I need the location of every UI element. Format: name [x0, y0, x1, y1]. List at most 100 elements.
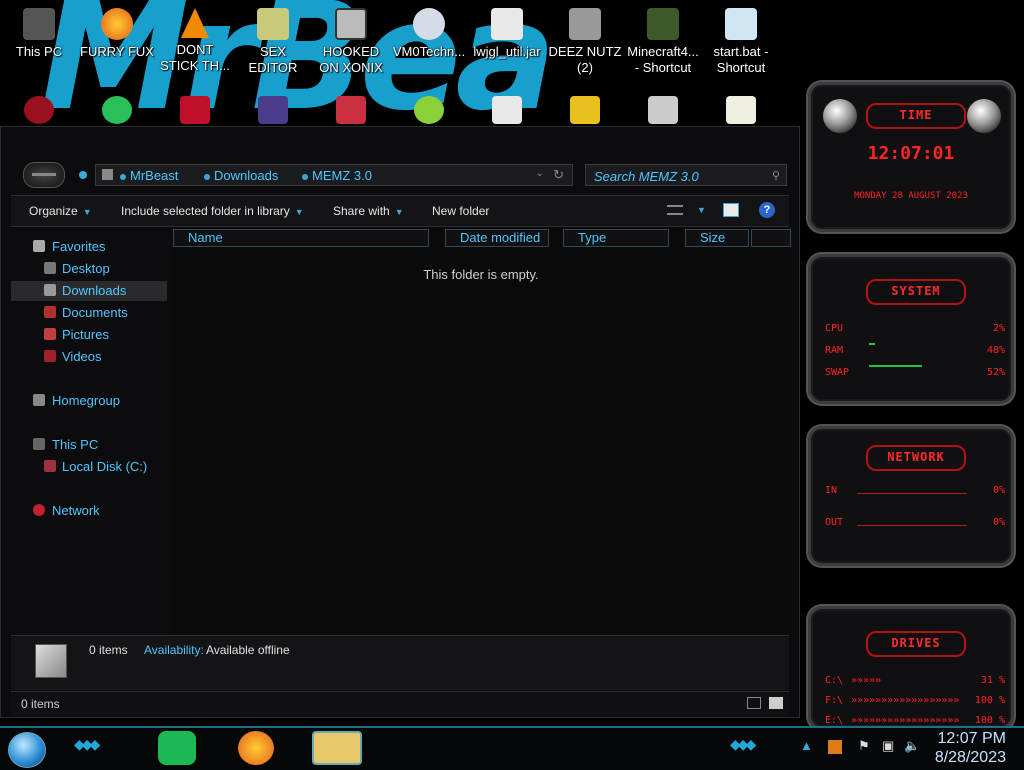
column-header-blank[interactable] — [751, 229, 791, 247]
help-icon[interactable]: ? — [759, 202, 775, 218]
file-list-pane[interactable]: Name Date modified Type Size This folder… — [171, 227, 791, 633]
premiere-icon[interactable] — [570, 96, 600, 124]
new-folder-button[interactable]: New folder — [432, 204, 489, 218]
taskbar-time: 12:07 PM — [937, 730, 1006, 747]
network-gadget[interactable]: NETWORK IN 0% OUT 0% — [808, 426, 1014, 566]
breadcrumb-memz[interactable]: MEMZ 3.0 — [302, 168, 372, 183]
drives-gadget[interactable]: DRIVES C:\»»»»» 31 % F:\»»»»»»»»»»»»»»»»»… — [808, 606, 1014, 730]
network-out-graph — [857, 525, 967, 526]
details-view-icon[interactable] — [747, 697, 761, 709]
desktop-icon-label: VM0Techn... — [392, 44, 466, 59]
nav-homegroup[interactable]: Homegroup — [11, 391, 167, 411]
batch-file-icon — [725, 8, 757, 40]
explorer-window: MrBeast Downloads MEMZ 3.0 ⌄ ↻ ⚲ Organiz… — [0, 126, 800, 718]
taskbar-clock[interactable]: 12:07 PM 8/28/2023 — [935, 729, 1006, 767]
command-bar: Organize ▼ Include selected folder in lib… — [11, 195, 789, 227]
lime-icon[interactable] — [414, 96, 444, 124]
search-input[interactable] — [592, 167, 766, 185]
decorative-chevrons-icon: ◆◆◆ — [74, 736, 100, 752]
time-gadget-title: TIME — [866, 103, 966, 129]
desktop-icon-hooked-on-xonix[interactable]: HOOKED ON XONIX — [312, 6, 390, 76]
java-icon — [491, 8, 523, 40]
system-gadget[interactable]: SYSTEM CPU 2% RAM 48% SWAP 52% — [808, 254, 1014, 404]
desktop-icon-deez-nutz[interactable]: DEEZ NUTZ (2) — [546, 6, 624, 76]
nav-network[interactable]: Network — [11, 501, 167, 521]
preview-pane-icon[interactable] — [723, 203, 739, 217]
app-icon[interactable] — [336, 96, 366, 124]
gadget-date: MONDAY 28 AUGUST 2023 — [854, 191, 968, 201]
desktop-icon-sex-editor[interactable]: SEX EDITOR — [234, 6, 312, 76]
column-header-size[interactable]: Size — [685, 229, 749, 247]
editor-icon — [257, 8, 289, 40]
time-gadget[interactable]: TIME 12:07:01 MONDAY 28 AUGUST 2023 — [808, 82, 1014, 232]
forward-button[interactable] — [79, 171, 87, 179]
include-in-library-button[interactable]: Include selected folder in library ▼ — [121, 204, 304, 218]
column-header-type[interactable]: Type — [563, 229, 669, 247]
star-icon — [33, 240, 45, 252]
desktop-icon-dont-stick[interactable]: DONT STICK TH... — [156, 6, 234, 74]
app-window-icon[interactable] — [258, 96, 288, 124]
large-icons-view-icon[interactable] — [769, 697, 783, 709]
taskbar-file-explorer-icon[interactable] — [312, 731, 362, 765]
decorative-chevrons-icon: ◆◆◆ — [730, 736, 756, 752]
desktop-icon-this-pc[interactable]: This PC — [0, 6, 78, 60]
pixel-face-icon[interactable] — [726, 96, 756, 124]
drive-e-row: E:\»»»»»»»»»»»»»»»»»» 100 % — [825, 715, 1005, 726]
start-button[interactable] — [8, 732, 46, 768]
action-center-flag-icon[interactable]: ⚑ — [858, 738, 870, 754]
chevron-down-icon: ▼ — [294, 207, 304, 217]
nav-desktop[interactable]: Desktop — [11, 259, 167, 279]
nav-favorites[interactable]: Favorites — [11, 237, 167, 257]
volume-icon[interactable]: 🔈 — [904, 738, 920, 754]
nav-downloads[interactable]: Downloads — [11, 281, 167, 301]
organize-button[interactable]: Organize ▼ — [29, 204, 92, 218]
show-hidden-icons-icon[interactable]: ▲ — [800, 738, 813, 753]
network-tray-icon[interactable]: ▣ — [882, 738, 894, 754]
spotify-icon[interactable] — [102, 96, 132, 124]
desktop-icon-label: DEEZ NUTZ (2) — [548, 44, 622, 75]
desktop-icon-start-bat-shortcut[interactable]: start.bat - Shortcut — [702, 6, 780, 76]
taskbar-spotify-icon[interactable] — [158, 731, 196, 765]
taskbar-firefox-icon[interactable] — [238, 731, 274, 765]
computer-icon — [33, 438, 45, 450]
nav-local-disk[interactable]: Local Disk (C:) — [11, 457, 167, 477]
navigation-pane: Favorites Desktop Downloads Documents Pi… — [11, 227, 169, 633]
desktop-icon-minecraft-shortcut[interactable]: Minecraft4... - Shortcut — [624, 6, 702, 76]
desktop-icon-furry-fux[interactable]: FURRY FUX — [78, 6, 156, 60]
search-box[interactable]: ⚲ — [585, 164, 787, 186]
view-options-icon[interactable] — [667, 205, 683, 215]
chevron-down-icon: ▼ — [82, 207, 92, 217]
nav-this-pc[interactable]: This PC — [11, 435, 167, 455]
drive-f-row: F:\»»»»»»»»»»»»»»»»»» 100 % — [825, 695, 1005, 706]
java-icon[interactable] — [492, 96, 522, 124]
red-orb-icon[interactable] — [24, 96, 54, 124]
dev-cpp-icon[interactable] — [180, 96, 210, 124]
nav-documents[interactable]: Documents — [11, 303, 167, 323]
ram-row: RAM 48% — [825, 345, 1005, 356]
breadcrumb-downloads[interactable]: Downloads — [204, 168, 278, 183]
column-header-name[interactable]: Name — [173, 229, 429, 247]
back-button[interactable] — [23, 162, 65, 188]
minecraft-icon — [647, 8, 679, 40]
share-with-button[interactable]: Share with ▼ — [333, 204, 404, 218]
chevron-down-icon[interactable]: ▼ — [697, 205, 706, 215]
document-icon[interactable] — [648, 96, 678, 124]
documents-icon — [44, 306, 56, 318]
desktop-icon-lwjgl-util[interactable]: lwjgl_util.jar — [468, 6, 546, 60]
refresh-icon[interactable]: ↻ — [553, 167, 564, 183]
chevron-down-icon[interactable]: ⌄ — [536, 168, 544, 179]
desktop-icon-label: SEX EDITOR — [248, 44, 298, 75]
address-bar[interactable]: MrBeast Downloads MEMZ 3.0 ⌄ ↻ — [95, 164, 573, 186]
desktop-icon-vm0techn[interactable]: VM0Techn... — [390, 6, 468, 60]
nav-videos[interactable]: Videos — [11, 347, 167, 367]
item-count: 0 items — [89, 643, 128, 657]
nav-pictures[interactable]: Pictures — [11, 325, 167, 345]
java-tray-icon[interactable] — [828, 740, 842, 754]
column-header-date-modified[interactable]: Date modified — [445, 229, 549, 247]
network-gadget-title: NETWORK — [866, 445, 966, 471]
search-icon[interactable]: ⚲ — [772, 169, 780, 182]
drive-icon — [44, 460, 56, 472]
cpu-row: CPU 2% — [825, 323, 1005, 334]
alien-head-icon — [967, 99, 1001, 133]
breadcrumb-mrbeast[interactable]: MrBeast — [120, 168, 178, 183]
